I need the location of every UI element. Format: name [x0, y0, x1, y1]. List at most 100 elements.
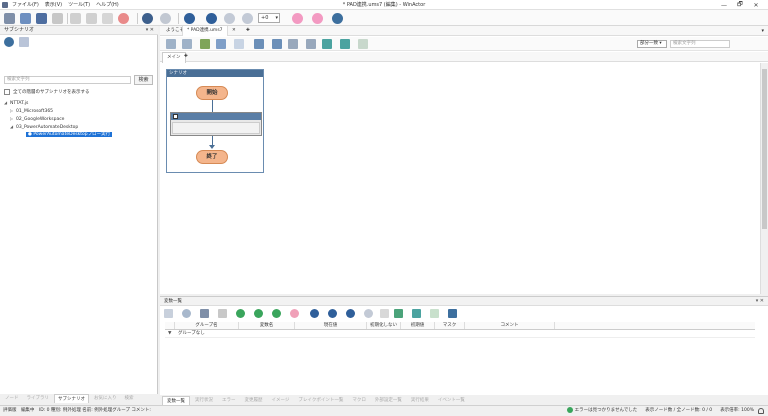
- tab-image[interactable]: イメージ: [268, 396, 294, 405]
- save-icon[interactable]: [36, 13, 47, 24]
- tab-library[interactable]: ライブラリ: [24, 394, 53, 403]
- table-row[interactable]: ▼ グループなし: [165, 330, 755, 338]
- collapse-icon[interactable]: ▼: [165, 330, 175, 337]
- end-node[interactable]: 終了: [196, 150, 228, 164]
- move-group-up-icon[interactable]: [254, 309, 263, 318]
- close-button[interactable]: ✕: [748, 0, 764, 10]
- tab-events[interactable]: イベント一覧: [434, 396, 469, 405]
- move-variable-up-icon[interactable]: [328, 309, 337, 318]
- error-status[interactable]: エラーは見つかりませんでした: [566, 406, 637, 416]
- target-select-icon[interactable]: [332, 13, 343, 24]
- restore-button[interactable]: 🗗: [732, 0, 748, 10]
- add-subtab-icon[interactable]: ✚: [180, 52, 192, 62]
- add-group-icon[interactable]: [236, 309, 245, 318]
- window-icon[interactable]: [216, 39, 226, 49]
- import-variables-icon[interactable]: [430, 309, 439, 318]
- delete-group-icon[interactable]: [290, 309, 299, 318]
- run-icon[interactable]: [184, 13, 195, 24]
- menu-help[interactable]: ヘルプ(H): [96, 1, 119, 9]
- tab-favorites[interactable]: お気に入り: [91, 394, 120, 403]
- tab-execution-status[interactable]: 実行状況: [191, 396, 217, 405]
- ungroup-icon[interactable]: [306, 39, 316, 49]
- start-node[interactable]: 開始: [196, 86, 228, 100]
- tree-node[interactable]: ▷ 02_GoogleWorkspace: [4, 115, 112, 123]
- pane-controls[interactable]: ▾ ✕: [146, 26, 154, 35]
- close-tab-icon[interactable]: ✕: [228, 26, 240, 36]
- open-folder-icon[interactable]: [20, 13, 31, 24]
- tree-node[interactable]: ◢ 03_PowerAutomateDesktop: [4, 123, 112, 131]
- tab-change-history[interactable]: 変更履歴: [241, 396, 267, 405]
- tab-external-settings[interactable]: 外部設定一覧: [371, 396, 406, 405]
- variable-settings-icon[interactable]: [200, 309, 209, 318]
- menu-tools[interactable]: ツール(T): [68, 1, 90, 9]
- search-button[interactable]: 検索: [134, 75, 153, 85]
- pane-controls[interactable]: ▾ ✕: [756, 297, 764, 306]
- tab-subscenario[interactable]: サブシナリオ: [54, 394, 89, 403]
- tab-breakpoints[interactable]: ブレイクポイント一覧: [294, 396, 347, 405]
- sort-icon[interactable]: [412, 309, 421, 318]
- delete-variable-icon[interactable]: [364, 309, 373, 318]
- export-icon[interactable]: [254, 39, 264, 49]
- run-speed-select[interactable]: +0 ▾: [258, 13, 280, 23]
- column-header[interactable]: マスク: [435, 322, 465, 329]
- exception-group-node[interactable]: [170, 112, 262, 136]
- refresh-icon[interactable]: [4, 37, 14, 47]
- show-all-levels-row[interactable]: 全ての階層のサブシナリオを表示する: [4, 89, 90, 95]
- tab-nodes[interactable]: ノード: [2, 394, 22, 403]
- step-icon[interactable]: [242, 13, 253, 24]
- undo-icon[interactable]: [142, 13, 153, 24]
- group-icon[interactable]: [288, 39, 298, 49]
- edit-icon[interactable]: [380, 309, 389, 318]
- variable-filter-icon[interactable]: [394, 309, 403, 318]
- delete-icon[interactable]: [118, 13, 129, 24]
- redo-icon[interactable]: [160, 13, 171, 24]
- move-variable-down-icon[interactable]: [346, 309, 355, 318]
- layout-icon[interactable]: [234, 39, 244, 49]
- column-header[interactable]: 変数名: [239, 322, 295, 329]
- column-header[interactable]: 初期化しない: [367, 322, 401, 329]
- pause-icon[interactable]: [206, 13, 217, 24]
- scrollbar-thumb[interactable]: [762, 69, 767, 229]
- align-icon[interactable]: [322, 39, 332, 49]
- add-tab-icon[interactable]: ✚: [242, 26, 254, 36]
- column-header[interactable]: 初期値: [401, 322, 435, 329]
- import-icon[interactable]: [272, 39, 282, 49]
- variable-delete-icon[interactable]: [218, 309, 227, 318]
- stop-icon[interactable]: [224, 13, 235, 24]
- show-all-levels-checkbox[interactable]: [4, 89, 10, 95]
- tab-run-results[interactable]: 実行結果: [407, 396, 433, 405]
- collapse-all-icon[interactable]: [358, 39, 368, 49]
- node-search-input[interactable]: 検索文字列: [670, 40, 730, 48]
- tree-node[interactable]: ◢ NTTAT.js: [4, 99, 112, 107]
- group-checkbox[interactable]: [173, 114, 178, 119]
- column-header[interactable]: グループ名: [175, 322, 239, 329]
- export-variables-icon[interactable]: [448, 309, 457, 318]
- image-capture-icon[interactable]: [200, 39, 210, 49]
- menu-file[interactable]: ファイル(F): [12, 1, 39, 9]
- save-as-icon[interactable]: [52, 13, 63, 24]
- tree-node[interactable]: ▷ 01_Microsoft365: [4, 107, 112, 115]
- new-scenario-icon[interactable]: [4, 13, 15, 24]
- search-icon[interactable]: [182, 309, 191, 318]
- record-icon[interactable]: [292, 13, 303, 24]
- tab-macro[interactable]: マクロ: [348, 396, 370, 405]
- tree-node-selected[interactable]: ● PowerAutomateDesktopフロー実行: [4, 131, 113, 139]
- width-icon[interactable]: [340, 39, 350, 49]
- zoom-in-icon[interactable]: [166, 39, 176, 49]
- column-header[interactable]: 現在値: [295, 322, 367, 329]
- tab-errors[interactable]: エラー: [218, 396, 240, 405]
- paste-icon[interactable]: [102, 13, 113, 24]
- add-subscenario-icon[interactable]: [19, 37, 29, 47]
- menu-view[interactable]: 表示(V): [45, 1, 62, 9]
- zoom-out-icon[interactable]: [182, 39, 192, 49]
- copy-icon[interactable]: [86, 13, 97, 24]
- flow-canvas[interactable]: シナリオ 開始 終了: [160, 63, 758, 294]
- notification-bell-icon[interactable]: [758, 408, 764, 414]
- canvas-scrollbar[interactable]: [760, 63, 768, 294]
- tab-pad-scenario[interactable]: * PAD連携.ums7: [182, 26, 228, 36]
- scenario-frame[interactable]: シナリオ 開始 終了: [166, 69, 264, 173]
- tab-variables[interactable]: 変数一覧: [162, 396, 190, 405]
- subscenario-search-input[interactable]: 検索文字列: [4, 76, 131, 84]
- tab-search[interactable]: 検索: [122, 394, 137, 403]
- add-variable-icon[interactable]: [310, 309, 319, 318]
